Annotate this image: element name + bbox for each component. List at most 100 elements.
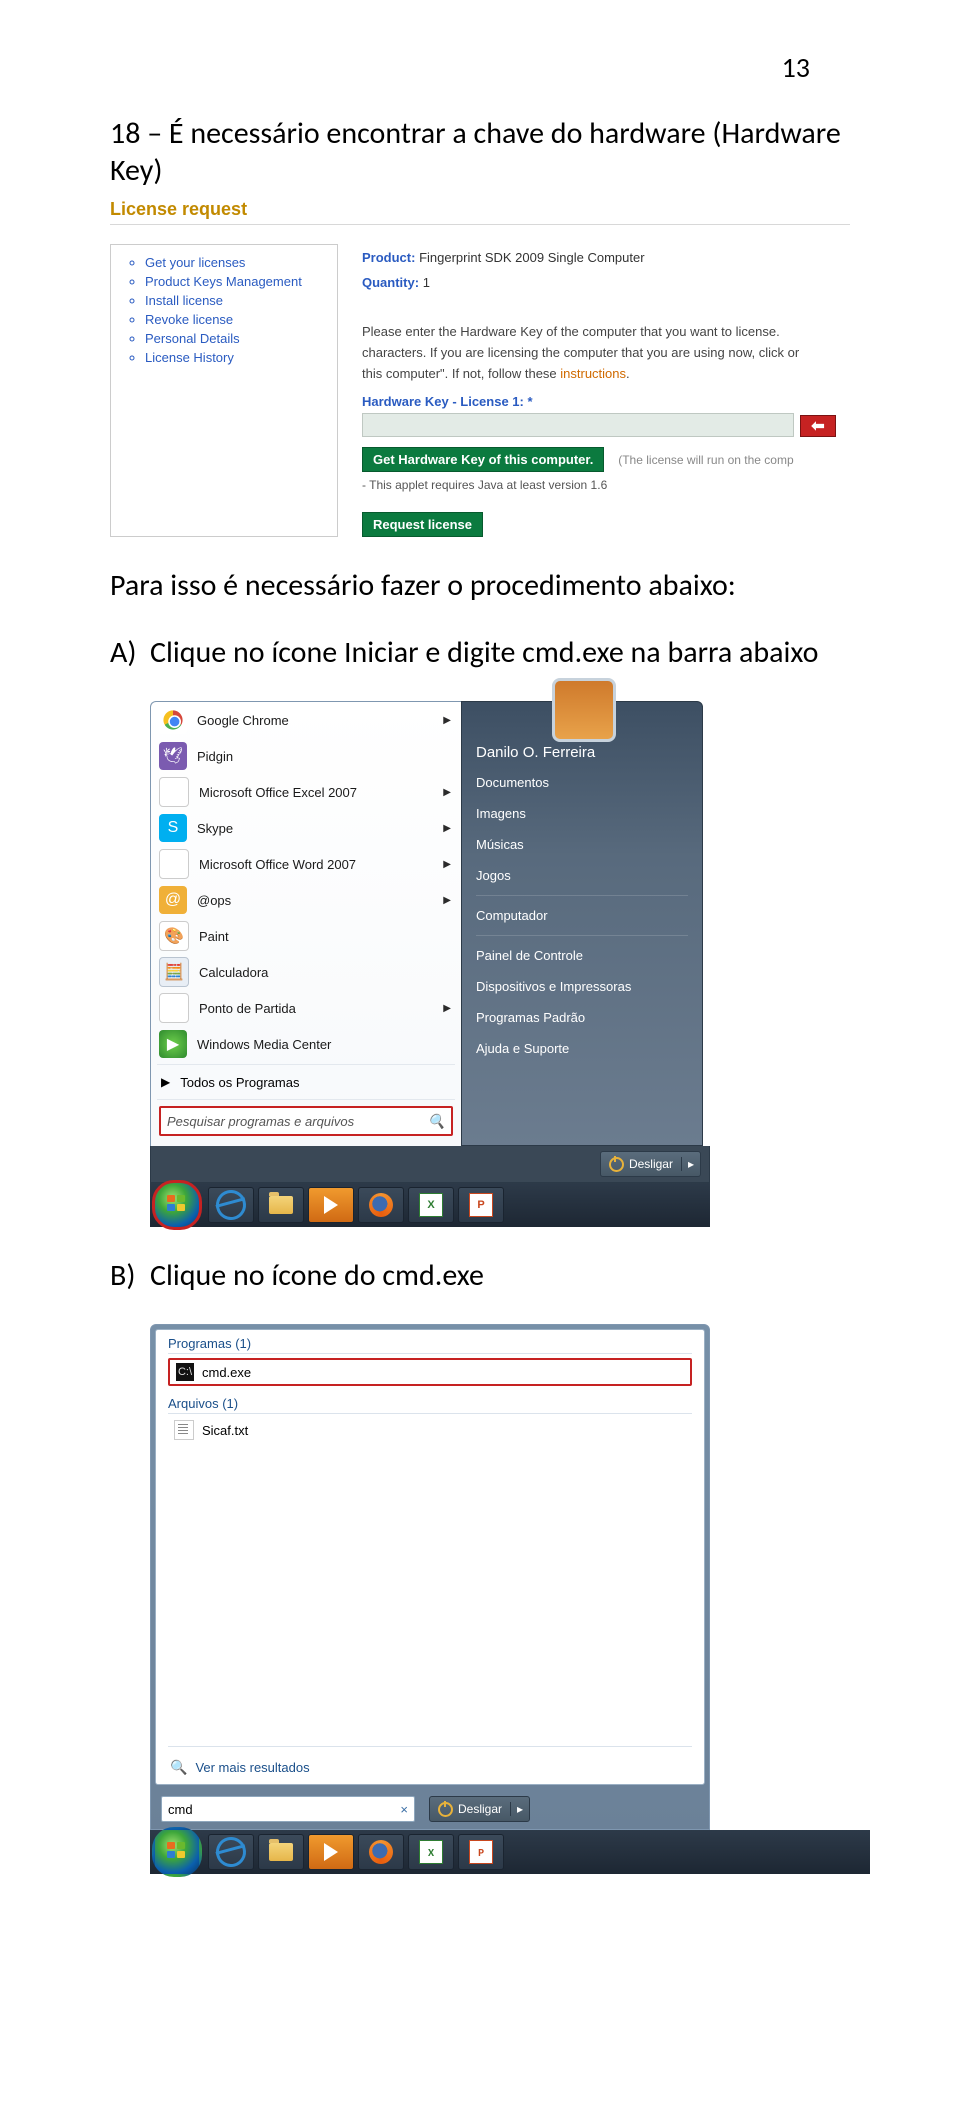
start-menu-item-label: Calculadora xyxy=(199,965,268,980)
start-menu-item[interactable]: SSkype▶ xyxy=(151,810,461,846)
clear-search-icon[interactable]: × xyxy=(400,1802,408,1817)
start-menu-right-link[interactable]: Jogos xyxy=(462,860,702,891)
taskbar-powerpoint[interactable]: P xyxy=(458,1187,504,1223)
page-number: 13 xyxy=(110,50,810,85)
power-icon xyxy=(609,1157,624,1172)
step-b-prefix: B) xyxy=(110,1257,150,1294)
search-placeholder: Pesquisar programas e arquivos xyxy=(167,1114,354,1129)
start-menu-right-link[interactable]: Computador xyxy=(462,900,702,931)
all-programs[interactable]: ▶ Todos os Programas xyxy=(151,1067,461,1097)
instructions-link[interactable]: instructions xyxy=(560,366,626,381)
shutdown-button[interactable]: Desligar ▸ xyxy=(600,1151,701,1177)
taskbar-firefox[interactable] xyxy=(358,1187,404,1223)
start-menu-item[interactable]: @@ops▶ xyxy=(151,882,461,918)
chevron-right-icon: ▶ xyxy=(443,859,451,870)
divider xyxy=(168,1413,692,1414)
search-icon: 🔍 xyxy=(428,1113,445,1130)
taskbar-excel[interactable]: X xyxy=(408,1834,454,1870)
start-menu-item[interactable]: Google Chrome▶ xyxy=(151,702,461,738)
start-menu-item[interactable]: ▶Windows Media Center xyxy=(151,1026,461,1062)
start-menu-right-link[interactable]: Dispositivos e Impressoras xyxy=(462,971,702,1002)
sidebar-item[interactable]: Product Keys Management xyxy=(145,274,327,289)
sidebar-item[interactable]: Personal Details xyxy=(145,331,327,346)
start-menu-item[interactable]: XMicrosoft Office Excel 2007▶ xyxy=(151,774,461,810)
chevron-right-icon[interactable]: ▸ xyxy=(681,1157,700,1171)
see-more-label: Ver mais resultados xyxy=(195,1760,309,1775)
start-menu-item-label: Windows Media Center xyxy=(197,1037,331,1052)
step-a-text: Clique no ícone Iniciar e digite cmd.exe… xyxy=(150,634,818,671)
taskbar-powerpoint[interactable]: P xyxy=(458,1834,504,1870)
taskbar-explorer[interactable] xyxy=(258,1187,304,1223)
sidebar-item[interactable]: License History xyxy=(145,350,327,365)
taskbar-media-player[interactable] xyxy=(308,1834,354,1870)
ie-icon xyxy=(213,1187,250,1224)
result-label: cmd.exe xyxy=(202,1365,251,1380)
start-button[interactable] xyxy=(152,1827,202,1877)
firefox-icon xyxy=(369,1193,393,1217)
hardware-key-input[interactable] xyxy=(362,413,794,437)
quantity-row: Quantity: 1 xyxy=(362,275,850,290)
chevron-right-icon[interactable]: ▸ xyxy=(510,1802,529,1816)
start-menu-item[interactable]: 🎨Paint xyxy=(151,918,461,954)
sidebar-item[interactable]: Revoke license xyxy=(145,312,327,327)
search-bar-row: cmd × Desligar ▸ xyxy=(151,1789,709,1829)
start-menu-screenshot: Google Chrome▶🕊PidginXMicrosoft Office E… xyxy=(150,701,870,1227)
step-a: A)Clique no ícone Iniciar e digite cmd.e… xyxy=(110,634,870,671)
sidebar-item[interactable]: Install license xyxy=(145,293,327,308)
chevron-right-icon: ▶ xyxy=(443,823,451,834)
start-menu-item[interactable]: ⚑Ponto de Partida▶ xyxy=(151,990,461,1026)
product-row: Product: Fingerprint SDK 2009 Single Com… xyxy=(362,250,850,265)
shutdown-button[interactable]: Desligar ▸ xyxy=(429,1796,530,1822)
arrow-left-icon: ⬅ xyxy=(811,416,824,436)
start-menu-right-link[interactable]: Painel de Controle xyxy=(462,940,702,971)
get-hardware-key-button[interactable]: Get Hardware Key of this computer. xyxy=(362,447,604,472)
power-icon xyxy=(438,1802,453,1817)
divider xyxy=(476,895,688,896)
chevron-right-icon: ▶ xyxy=(443,895,451,906)
user-avatar[interactable] xyxy=(552,678,616,742)
taskbar-ie[interactable] xyxy=(208,1187,254,1223)
see-more-results[interactable]: 🔍 Ver mais resultados xyxy=(156,1751,704,1784)
product-label: Product: xyxy=(362,250,415,265)
start-menu-item[interactable]: 🧮Calculadora xyxy=(151,954,461,990)
powerpoint-icon: P xyxy=(469,1193,493,1217)
taskbar-explorer[interactable] xyxy=(258,1834,304,1870)
group-files-label: Arquivos (1) xyxy=(156,1390,704,1413)
search-results-screenshot: Programas (1) C:\ cmd.exe Arquivos (1) S… xyxy=(150,1324,870,1874)
search-input[interactable]: cmd × xyxy=(161,1796,415,1822)
search-input[interactable]: Pesquisar programas e arquivos 🔍 xyxy=(159,1106,453,1136)
triangle-right-icon: ▶ xyxy=(161,1075,170,1089)
license-title: License request xyxy=(110,199,850,220)
taskbar: X P xyxy=(150,1830,870,1874)
start-menu-item-label: Paint xyxy=(199,929,229,944)
sidebar-item[interactable]: Get your licenses xyxy=(145,255,327,270)
pidgin-icon: 🕊 xyxy=(159,742,187,770)
start-menu-item[interactable]: 🕊Pidgin xyxy=(151,738,461,774)
taskbar-firefox[interactable] xyxy=(358,1834,404,1870)
taskbar-media-player[interactable] xyxy=(308,1187,354,1223)
divider xyxy=(476,935,688,936)
start-menu-item-label: Google Chrome xyxy=(197,713,289,728)
excel-icon: X xyxy=(159,777,189,807)
taskbar-ie[interactable] xyxy=(208,1834,254,1870)
result-sicaf-txt[interactable]: Sicaf.txt xyxy=(168,1418,692,1442)
start-menu-item-label: Microsoft Office Excel 2007 xyxy=(199,785,357,800)
intro-paragraph: Para isso é necessário fazer o procedime… xyxy=(110,567,870,604)
start-menu-right-link[interactable]: Programas Padrão xyxy=(462,1002,702,1033)
start-menu-right-link[interactable]: Ajuda e Suporte xyxy=(462,1033,702,1064)
start-menu-item[interactable]: WMicrosoft Office Word 2007▶ xyxy=(151,846,461,882)
start-menu-right-link[interactable]: Músicas xyxy=(462,829,702,860)
start-menu-right-link[interactable]: Documentos xyxy=(462,767,702,798)
start-button[interactable] xyxy=(152,1180,202,1230)
taskbar-excel[interactable]: X xyxy=(408,1187,454,1223)
taskbar: X P xyxy=(150,1183,710,1227)
start-menu-bottom: Desligar ▸ xyxy=(150,1146,710,1183)
step-b: B)Clique no ícone do cmd.exe xyxy=(110,1257,870,1294)
search-icon: 🔍 xyxy=(170,1759,187,1776)
skype-icon: S xyxy=(159,814,187,842)
ops-icon: @ xyxy=(159,886,187,914)
request-license-button[interactable]: Request license xyxy=(362,512,483,537)
result-cmd-exe[interactable]: C:\ cmd.exe xyxy=(168,1358,692,1386)
start-menu-right-link[interactable]: Imagens xyxy=(462,798,702,829)
license-screenshot: License request Get your licenses Produc… xyxy=(110,199,850,537)
